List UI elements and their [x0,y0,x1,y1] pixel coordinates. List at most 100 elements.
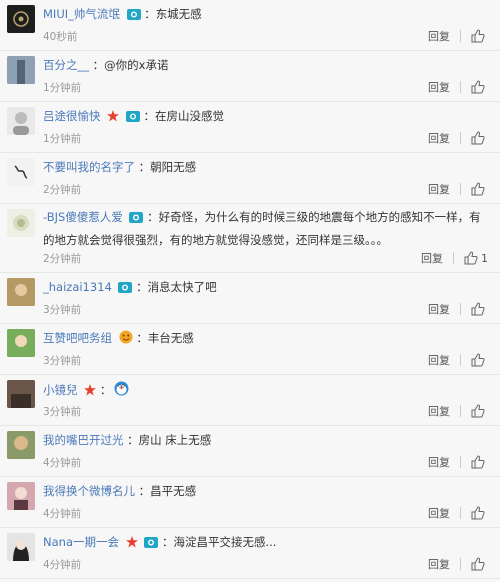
comment-separator: ： [161,535,174,549]
comment-username[interactable]: 互赞吧吧务组 [43,331,112,345]
reply-button[interactable]: 回复 [421,250,443,266]
avatar-icon [7,533,35,561]
comment-username[interactable]: 我得换个微博名儿 [43,484,135,498]
avatar[interactable] [7,107,35,135]
like-button[interactable] [471,182,488,196]
comment-username[interactable]: Nana一期一会 [43,535,119,549]
reply-button[interactable]: 回复 [428,352,450,368]
avatar[interactable] [7,209,35,237]
divider [460,30,461,42]
reply-button[interactable]: 回复 [428,28,450,44]
comment-username[interactable]: _haizai1314 [43,280,112,294]
comment-time: 3分钟前 [43,304,82,316]
comment-actions: 回复 [428,301,488,317]
avatar-icon [7,56,35,84]
comment-time: 4分钟前 [43,559,82,571]
comment-username[interactable]: 小镜兒 [43,383,78,397]
comment-time: 40秒前 [43,31,78,43]
comment-actions: 回复 [428,181,488,197]
reply-button[interactable]: 回复 [428,79,450,95]
like-button[interactable] [471,29,488,43]
reply-button[interactable]: 回复 [428,130,450,146]
like-button[interactable] [471,404,488,418]
comment-line: -BJS傻傻惹人爱 ：好奇怪，为什么有的时候三级的地震每个地方的感知不一样，有的… [43,207,488,251]
thumbs-up-icon [471,353,485,367]
divider [460,183,461,195]
thumbs-up-icon [471,182,485,196]
like-count: 1 [481,251,488,265]
reply-button[interactable]: 回复 [428,181,450,197]
like-button[interactable] [471,302,488,316]
comment-line: 我得换个微博名儿 ：昌平无感 [43,483,488,499]
like-button[interactable] [471,506,488,520]
comment-line: 百分之__ ：@你的x承诺 [43,57,488,73]
comment-text: 海淀昌平交接无感... [173,535,277,549]
comment-username[interactable]: -BJS傻傻惹人爱 [43,210,123,224]
like-button[interactable] [471,353,488,367]
avatar[interactable] [7,482,35,510]
thumbs-up-icon [471,455,485,469]
like-button[interactable] [471,557,488,571]
comment-item: 我的嘴巴开过光 ：房山 床上无感 4分钟前 回复 [0,426,500,477]
divider [460,558,461,570]
comment-actions: 回复 [428,556,488,572]
avatar[interactable] [7,278,35,306]
comment-username[interactable]: 吕途很愉快 [43,109,101,123]
avatar[interactable] [7,56,35,84]
comment-username[interactable]: 不要叫我的名字了 [43,160,135,174]
comment-text: 朝阳无感 [150,160,197,174]
comment-username[interactable]: 我的嘴巴开过光 [43,433,124,447]
comment-username[interactable]: 百分之__ [43,58,89,72]
thumbs-up-icon [471,404,485,418]
thumbs-up-icon [471,80,485,94]
avatar[interactable] [7,380,35,408]
comment-separator: ： [147,210,159,224]
like-button[interactable]: 1 [464,251,488,265]
avatar-icon [13,112,29,135]
comment-text: 在房山没感觉 [154,109,224,123]
star-badge-icon [125,536,138,552]
comment-text: 东城无感 [155,7,202,21]
comment-item: 吕途很愉快 ：在房山没感觉 1分钟前 回复 [0,102,500,153]
comment-line: 我的嘴巴开过光 ：房山 床上无感 [43,432,488,448]
avatar[interactable] [7,533,35,561]
comment-item: 百分之__ ：@你的x承诺 1分钟前 回复 [0,51,500,102]
comment-separator: ： [127,433,139,447]
comment-item: 我得换个微博名儿 ：昌平无感 4分钟前 回复 [0,477,500,528]
comment-line: MIUI_帅气流氓 ：东城无感 [43,6,488,24]
comment-separator: ： [99,383,112,397]
divider [460,81,461,93]
avatar[interactable] [7,158,35,186]
avatar-icon [7,329,35,357]
comment-list: MIUI_帅气流氓 ：东城无感 40秒前 回复 百分之__ ：@你的x承诺 1分… [0,0,500,579]
comment-item: _haizai1314 ：消息太快了吧 3分钟前 回复 [0,273,500,324]
doraemon-emoji-icon [114,381,129,400]
comment-separator: ： [143,109,155,123]
avatar[interactable] [7,329,35,357]
comment-actions: 回复 [428,505,488,521]
like-button[interactable] [471,131,488,145]
comment-separator: ： [138,484,151,498]
reply-button[interactable]: 回复 [428,505,450,521]
comment-actions: 回复 1 [421,250,488,266]
avatar-icon [13,11,29,27]
avatar[interactable] [7,5,35,33]
avatar-icon [7,380,35,408]
like-button[interactable] [471,455,488,469]
comment-item: 互赞吧吧务组 ：丰台无感 3分钟前 回复 [0,324,500,375]
comment-separator: ： [138,160,151,174]
comment-line: _haizai1314 ：消息太快了吧 [43,279,488,297]
comment-actions: 回复 [428,79,488,95]
reply-button[interactable]: 回复 [428,454,450,470]
reply-button[interactable]: 回复 [428,301,450,317]
comment-actions: 回复 [428,130,488,146]
reply-button[interactable]: 回复 [428,556,450,572]
comment-text: 房山 床上无感 [138,433,212,447]
like-button[interactable] [471,80,488,94]
reply-button[interactable]: 回复 [428,403,450,419]
comment-time: 2分钟前 [43,184,82,196]
avatar[interactable] [7,431,35,459]
comment-username[interactable]: MIUI_帅气流氓 [43,7,120,21]
comment-separator: ： [92,58,105,72]
comment-time: 2分钟前 [43,253,82,265]
